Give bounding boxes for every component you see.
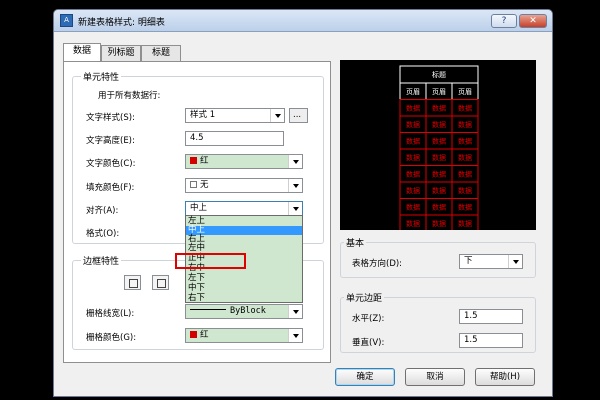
align-option[interactable]: 中下 [186,284,302,293]
grid-color-label: 栅格颜色(G): [86,333,137,343]
vertical-margin-input[interactable]: 1.5 [459,333,523,348]
grid-color-value: 红 [200,330,209,340]
table-preview: 标题 页眉 页眉 页眉 数据 数据 数据 数据 数据 数据 数据 数据 数据 数据 数据 数据 数据 数据 数据 数据… [340,60,536,249]
line-sample-icon [190,309,226,310]
align-option[interactable]: 左下 [186,274,302,283]
preview-data-text: 数据 [432,203,446,212]
preview-data-text: 数据 [406,186,420,195]
preview-data-text: 数据 [432,137,446,146]
tab-column-header[interactable]: 列标题 [101,45,141,61]
preview-data-text: 数据 [458,137,472,146]
cancel-button[interactable]: 取消 [405,368,465,386]
basic-title: 基本 [344,236,367,249]
outside-borders-icon[interactable] [152,275,169,290]
text-color-label: 文字颜色(C): [86,159,136,169]
preview-data-text: 数据 [406,120,420,129]
preview-data-text: 数据 [458,153,472,162]
preview-data-text: 数据 [406,104,420,113]
preview-data-text: 数据 [432,104,446,113]
preview-data-text: 数据 [406,137,420,146]
preview-data-text: 数据 [458,203,472,212]
align-label: 对齐(A): [86,206,119,216]
text-style-label: 文字样式(S): [86,113,135,123]
cell-margins-title: 单元边距 [344,291,385,304]
lineweight-label: 栅格线宽(L): [86,309,135,319]
fill-color-combo[interactable]: 无 [185,178,303,193]
preview-header-text: 页眉 [458,88,472,96]
ok-button[interactable]: 确定 [335,368,395,386]
chevron-down-icon [270,109,284,122]
preview-data-text: 数据 [458,120,472,129]
text-color-combo[interactable]: 红 [185,154,303,169]
preview-data-text: 数据 [458,186,472,195]
direction-value: 下 [464,256,473,266]
vertical-margin-label: 垂直(V): [352,338,385,348]
preview-data-text: 数据 [406,203,420,212]
preview-data-text: 数据 [406,170,420,179]
red-swatch-icon [190,157,197,164]
title-bar[interactable]: A 新建表格样式: 明细表 ? ✕ [54,10,552,32]
help-button[interactable]: 帮助(H) [475,368,535,386]
format-label: 格式(O): [86,229,120,239]
all-borders-icon[interactable] [124,275,141,290]
tab-title[interactable]: 标题 [141,45,181,61]
preview-header-text: 页眉 [432,88,446,96]
browse-style-button[interactable]: ... [289,108,308,123]
align-value: 中上 [190,203,208,213]
preview-data-text: 数据 [432,153,446,162]
highlight-annotation-box [175,253,246,269]
preview-data-text: 数据 [432,120,446,129]
text-style-value: 样式 1 [190,110,216,120]
window-title: 新建表格样式: 明细表 [78,18,165,28]
empty-swatch-icon [190,181,197,188]
border-properties-title: 边框特性 [81,254,122,267]
lineweight-value: ByBlock [230,306,266,316]
text-style-combo[interactable]: 样式 1 [185,108,285,123]
text-height-label: 文字高度(E): [86,136,135,146]
preview-data-text: 数据 [432,219,446,228]
chevron-down-icon [288,179,302,192]
tab-data[interactable]: 数据 [63,43,101,61]
close-button[interactable]: ✕ [519,14,547,28]
preview-data-text: 数据 [458,104,472,113]
horizontal-margin-input[interactable]: 1.5 [459,309,523,324]
align-option[interactable]: 右下 [186,294,302,303]
preview-data-text: 数据 [458,219,472,228]
table-preview-graphic: 标题页眉 页眉 页眉数据 数据 数据数据 数据 数据数据 数据 数据数据 数据 数据数据 数据 数据数据… [399,65,479,249]
lineweight-combo[interactable]: ByBlock [185,304,303,319]
all-rows-label: 用于所有数据行: [98,91,161,101]
preview-data-text: 数据 [406,219,420,228]
align-option[interactable]: 左中 [186,244,302,253]
fill-color-label: 填充颜色(F): [86,183,135,193]
horizontal-margin-label: 水平(Z): [352,314,385,324]
fill-color-value: 无 [200,180,209,190]
direction-label: 表格方向(D): [352,259,403,269]
text-color-value: 红 [200,156,209,166]
chevron-down-icon [288,305,302,318]
chevron-down-icon [508,255,522,268]
text-height-input[interactable]: 4.5 [185,131,284,146]
chevron-down-icon [288,155,302,168]
chevron-down-icon [288,329,302,342]
preview-title-text: 标题 [432,70,446,79]
preview-data-text: 数据 [458,170,472,179]
align-combo[interactable]: 中上 [185,201,303,216]
chevron-down-icon [288,202,302,215]
cell-properties-title: 单元特性 [81,70,122,83]
help-title-button[interactable]: ? [491,14,517,28]
red-swatch-icon [190,331,197,338]
app-icon: A [60,14,73,27]
direction-combo[interactable]: 下 [459,254,523,269]
preview-data-text: 数据 [432,186,446,195]
preview-data-text: 数据 [406,153,420,162]
preview-data-text: 数据 [432,170,446,179]
preview-header-text: 页眉 [406,88,420,96]
grid-color-combo[interactable]: 红 [185,328,303,343]
